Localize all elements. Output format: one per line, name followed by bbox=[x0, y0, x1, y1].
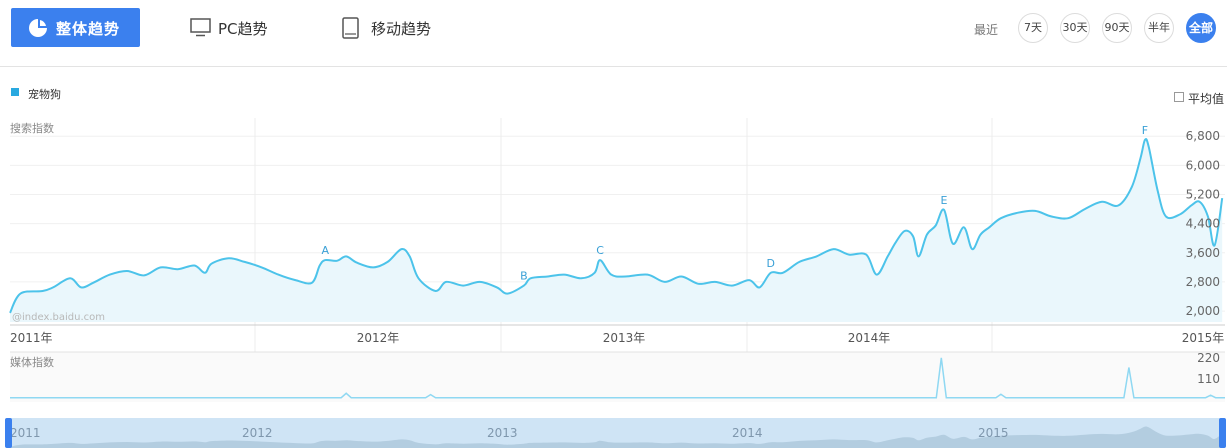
tab-mobile-label: 移动趋势 bbox=[371, 20, 432, 38]
navigator-label: 2012 bbox=[242, 426, 273, 440]
chart-annotations: A B C D E F bbox=[321, 124, 1148, 283]
tab-pc-trend[interactable]: PC趋势 bbox=[190, 8, 290, 47]
navigator-label: 2013 bbox=[487, 426, 518, 440]
annotation-a: A bbox=[321, 244, 329, 257]
range-all-button[interactable]: 全部 bbox=[1186, 13, 1216, 43]
range-7-days-button[interactable]: 7天 bbox=[1018, 13, 1048, 43]
chart-grid bbox=[10, 118, 1225, 352]
trend-chart: A B C D E F 搜索指数 @index.baidu.com 2,000 2,800 3… bbox=[5, 118, 1226, 448]
media-y-axis: 110 220 bbox=[1197, 351, 1220, 386]
navigator-area bbox=[10, 426, 1223, 448]
y-tick-label: 6,800 bbox=[1186, 129, 1220, 143]
range-30-days-button[interactable]: 30天 bbox=[1060, 13, 1090, 43]
navigator-label: 2015 bbox=[978, 426, 1009, 440]
x-axis-ticks: 2011年 2012年 2013年 2014年 2015年 bbox=[10, 331, 1224, 345]
search-y-axis: 2,000 2,800 3,600 4,400 5,200 6,000 6,800 bbox=[1186, 129, 1220, 318]
annotation-c: C bbox=[596, 244, 604, 257]
x-tick-label: 2015年 bbox=[1182, 331, 1225, 345]
y-tick-label: 2,000 bbox=[1186, 304, 1220, 318]
navigator-right-handle[interactable] bbox=[1219, 418, 1226, 448]
annotation-f: F bbox=[1142, 124, 1148, 137]
range-label: 最近 bbox=[974, 23, 999, 37]
annotation-d: D bbox=[766, 257, 774, 270]
navigator-label: 2011 bbox=[10, 426, 41, 440]
search-index-area bbox=[10, 139, 1223, 322]
average-checkbox[interactable] bbox=[1174, 92, 1184, 102]
x-tick-label: 2011年 bbox=[10, 331, 53, 345]
x-tick-label: 2014年 bbox=[848, 331, 891, 345]
time-navigator[interactable] bbox=[8, 418, 1225, 448]
search-index-title: 搜索指数 bbox=[10, 121, 54, 135]
media-index-title: 媒体指数 bbox=[10, 355, 54, 369]
tab-overall-trend[interactable]: 整体趋势 bbox=[11, 8, 140, 47]
tab-overall-label: 整体趋势 bbox=[56, 20, 121, 38]
y-tick-label: 2,800 bbox=[1186, 275, 1220, 289]
x-tick-label: 2012年 bbox=[357, 331, 400, 345]
legend-series-label[interactable]: 宠物狗 bbox=[28, 86, 61, 102]
tab-mobile-trend[interactable]: 移动趋势 bbox=[342, 8, 452, 47]
navigator-label: 2014 bbox=[732, 426, 763, 440]
y-tick-label: 6,000 bbox=[1186, 158, 1220, 172]
tablet-icon bbox=[342, 17, 359, 43]
pie-chart-icon bbox=[27, 17, 49, 43]
tab-pc-label: PC趋势 bbox=[218, 20, 268, 38]
navigator-labels: 2011 2012 2013 2014 2015 bbox=[10, 426, 1009, 440]
y-tick-label: 5,200 bbox=[1186, 188, 1220, 202]
range-half-year-button[interactable]: 半年 bbox=[1144, 13, 1174, 43]
legend-series-swatch bbox=[11, 88, 19, 96]
range-90-days-button[interactable]: 90天 bbox=[1102, 13, 1132, 43]
media-index-line bbox=[10, 357, 1225, 399]
y-tick-label: 4,400 bbox=[1186, 217, 1220, 231]
media-panel bbox=[10, 352, 1225, 402]
navigator-left-handle[interactable] bbox=[5, 418, 12, 448]
y-tick-label: 3,600 bbox=[1186, 246, 1220, 260]
annotation-b: B bbox=[520, 270, 528, 283]
x-tick-label: 2013年 bbox=[603, 331, 646, 345]
monitor-icon bbox=[190, 18, 211, 41]
search-index-line bbox=[9, 138, 1224, 314]
annotation-e: E bbox=[941, 194, 948, 207]
average-label[interactable]: 平均值 bbox=[1188, 90, 1224, 107]
trend-tabs-bar: 整体趋势 PC趋势 移动趋势 最近 7天 30天 90天 半年 全部 bbox=[0, 0, 1227, 67]
media-y-tick-label: 110 bbox=[1197, 372, 1220, 386]
watermark: @index.baidu.com bbox=[12, 312, 105, 323]
media-y-tick-label: 220 bbox=[1197, 351, 1220, 365]
